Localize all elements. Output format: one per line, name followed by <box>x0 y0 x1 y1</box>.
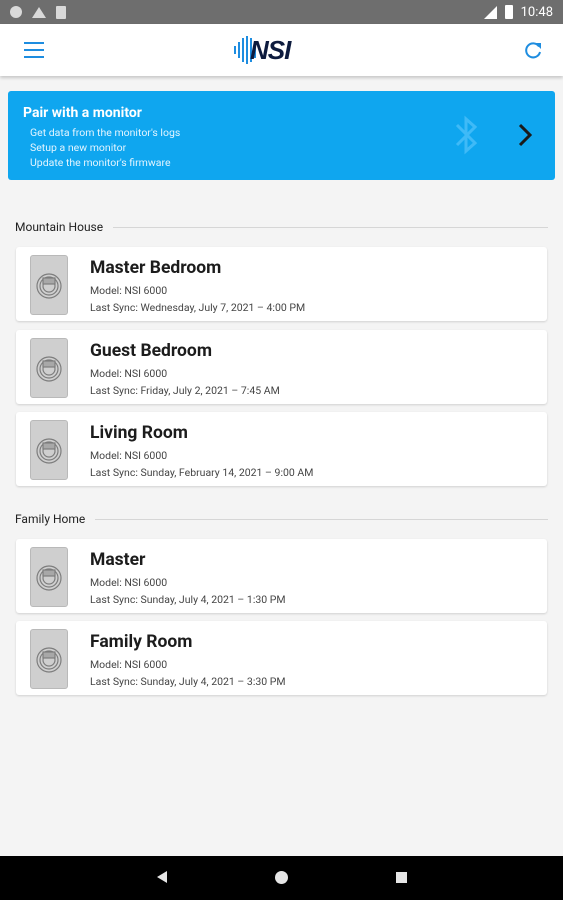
menu-icon[interactable] <box>24 42 44 58</box>
device-model: Model: NSI 6000 <box>90 449 168 462</box>
device-model: Model: NSI 6000 <box>90 367 168 380</box>
sim-card-icon <box>56 5 66 19</box>
device-name: Master <box>90 550 146 570</box>
device-last-sync: Last Sync: Wednesday, July 7, 2021 – 4:0… <box>90 301 306 314</box>
group-title: Mountain House <box>15 220 104 234</box>
device-last-sync: Last Sync: Friday, July 2, 2021 – 7:45 A… <box>90 384 280 397</box>
device-name: Family Room <box>90 632 193 652</box>
device-name: Living Room <box>90 423 188 443</box>
logo-text: NSI <box>250 34 291 65</box>
device-last-sync: Last Sync: Sunday, July 4, 2021 – 1:30 P… <box>90 593 286 606</box>
pair-line: Setup a new monitor <box>30 141 127 154</box>
monitor-device-icon <box>30 547 68 607</box>
device-card[interactable]: Living Room Model: NSI 6000 Last Sync: S… <box>16 412 547 486</box>
back-icon[interactable] <box>157 871 167 883</box>
monitor-device-icon <box>30 420 68 480</box>
monitor-device-icon <box>30 338 68 398</box>
app-bar: NSI <box>0 24 563 76</box>
device-model: Model: NSI 6000 <box>90 658 168 671</box>
signal-icon <box>483 5 497 19</box>
wifi-icon <box>32 6 46 18</box>
battery-icon <box>504 5 513 19</box>
status-time: 10:48 <box>520 4 553 20</box>
device-last-sync: Last Sync: Sunday, February 14, 2021 – 9… <box>90 466 314 479</box>
status-bar: 10:48 <box>0 0 563 24</box>
monitor-device-icon <box>30 255 68 315</box>
device-name: Guest Bedroom <box>90 341 212 361</box>
home-icon[interactable] <box>275 871 288 884</box>
device-model: Model: NSI 6000 <box>90 576 168 589</box>
section-divider <box>113 226 548 228</box>
device-card[interactable]: Guest Bedroom Model: NSI 6000 Last Sync:… <box>16 330 547 404</box>
monitor-device-icon <box>30 629 68 689</box>
device-last-sync: Last Sync: Sunday, July 4, 2021 – 3:30 P… <box>90 675 286 688</box>
pair-line: Update the monitor's firmware <box>30 156 171 169</box>
section-divider <box>95 518 548 520</box>
group-header-family-home: Family Home <box>15 512 548 526</box>
pair-monitor-banner[interactable]: Pair with a monitor Get data from the mo… <box>8 91 555 180</box>
device-card[interactable]: Master Model: NSI 6000 Last Sync: Sunday… <box>16 539 547 613</box>
group-title: Family Home <box>15 512 86 526</box>
recent-apps-icon[interactable] <box>396 872 407 883</box>
notification-dot-icon <box>10 6 22 18</box>
group-header-mountain-house: Mountain House <box>15 220 548 234</box>
bluetooth-icon <box>455 115 478 155</box>
device-card[interactable]: Family Room Model: NSI 6000 Last Sync: S… <box>16 621 547 695</box>
pair-title: Pair with a monitor <box>23 105 142 121</box>
device-card[interactable]: Master Bedroom Model: NSI 6000 Last Sync… <box>16 247 547 321</box>
device-model: Model: NSI 6000 <box>90 284 168 297</box>
nsi-logo: NSI <box>232 32 332 68</box>
pair-line: Get data from the monitor's logs <box>30 126 181 139</box>
refresh-icon[interactable] <box>522 40 544 62</box>
chevron-right-icon[interactable] <box>517 123 533 147</box>
system-nav-bar <box>0 856 563 900</box>
device-name: Master Bedroom <box>90 258 222 278</box>
